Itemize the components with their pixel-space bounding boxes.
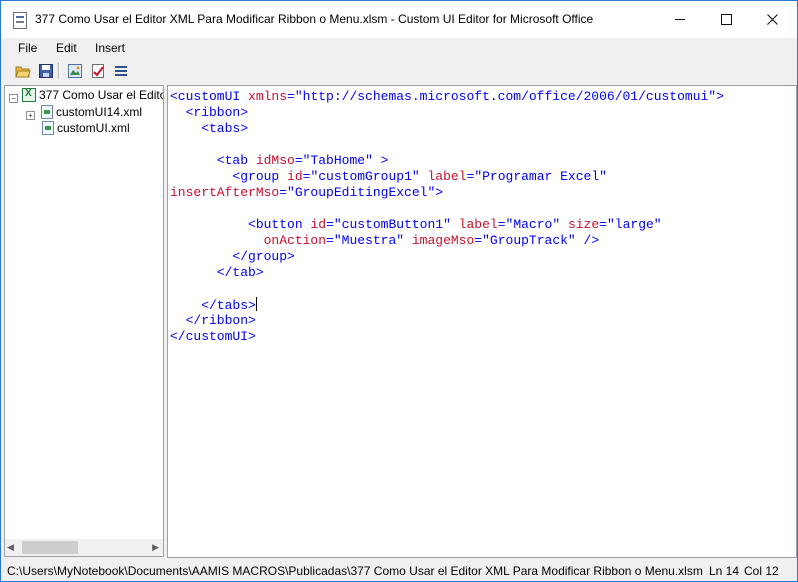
status-column: Col 12	[744, 564, 779, 578]
code-line[interactable]: </customUI>	[170, 329, 724, 345]
code-line[interactable]	[170, 281, 724, 297]
tree-item-label: customUI14.xml	[56, 105, 143, 119]
tree-item-label: customUI.xml	[57, 121, 130, 135]
xml-editor[interactable]: <customUI xmlns="http://schemas.microsof…	[167, 85, 797, 558]
status-bar: C:\Users\MyNotebook\Documents\AAMIS MACR…	[1, 561, 797, 581]
scroll-left-icon[interactable]: ◀	[7, 542, 14, 553]
validate-button[interactable]	[89, 62, 107, 80]
generate-callbacks-icon	[115, 66, 127, 76]
code-line[interactable]: <customUI xmlns="http://schemas.microsof…	[170, 89, 724, 105]
insert-icons-icon	[68, 64, 82, 78]
toolbar-separator	[58, 63, 60, 79]
collapse-icon[interactable]: −	[9, 93, 18, 103]
close-icon	[766, 14, 778, 25]
maximize-button[interactable]	[703, 1, 749, 38]
save-button[interactable]	[37, 62, 55, 80]
code-line[interactable]: onAction="Muestra" imageMso="GroupTrack"…	[170, 233, 724, 249]
save-icon	[39, 64, 53, 78]
menu-edit[interactable]: Edit	[56, 41, 77, 55]
menu-file[interactable]: File	[18, 41, 37, 55]
code-line[interactable]	[170, 201, 724, 217]
document-tree: − 377 Como Usar el Editor + customUI14.x…	[4, 85, 164, 557]
code-line[interactable]: <ribbon>	[170, 105, 724, 121]
open-button[interactable]	[14, 62, 32, 80]
insert-icons-button[interactable]	[66, 62, 84, 80]
status-line: Ln 14	[709, 564, 740, 578]
code-line[interactable]: <tabs>	[170, 121, 724, 137]
code-line[interactable]: <tab idMso="TabHome" >	[170, 153, 724, 169]
tree-horizontal-scrollbar[interactable]: ◀ ▶	[5, 539, 163, 556]
code-line[interactable]	[170, 137, 724, 153]
menu-bar: File Edit Insert	[1, 38, 797, 58]
xml-code[interactable]: <customUI xmlns="http://schemas.microsof…	[170, 89, 724, 345]
text-cursor	[255, 297, 257, 311]
generate-callbacks-button[interactable]	[112, 62, 130, 80]
validate-icon	[92, 64, 104, 78]
code-line[interactable]: <button id="customButton1" label="Macro"…	[170, 217, 724, 233]
code-line[interactable]: <group id="customGroup1" label="Programa…	[170, 169, 724, 185]
status-file-path: C:\Users\MyNotebook\Documents\AAMIS MACR…	[7, 564, 703, 578]
tree-item-customui[interactable]: customUI.xml	[42, 120, 130, 136]
tree-item-customui14[interactable]: + customUI14.xml	[26, 104, 143, 120]
minimize-icon	[675, 19, 685, 20]
excel-file-icon	[22, 88, 36, 102]
window-title: 377 Como Usar el Editor XML Para Modific…	[35, 12, 594, 26]
code-line[interactable]: insertAfterMso="GroupEditingExcel">	[170, 185, 724, 201]
expand-icon[interactable]: +	[26, 110, 35, 120]
open-folder-icon	[15, 66, 31, 78]
tree-root-label: 377 Como Usar el Editor	[39, 88, 164, 102]
tree-root[interactable]: − 377 Como Usar el Editor	[9, 87, 164, 103]
xml-file-icon	[42, 121, 54, 135]
code-line[interactable]: </tabs>	[170, 297, 724, 313]
scroll-right-icon[interactable]: ▶	[152, 542, 159, 553]
app-window: 377 Como Usar el Editor XML Para Modific…	[0, 0, 798, 582]
app-icon	[13, 12, 27, 29]
toolbar	[1, 58, 797, 84]
title-bar: 377 Como Usar el Editor XML Para Modific…	[1, 1, 797, 38]
close-button[interactable]	[749, 1, 795, 38]
scrollbar-thumb[interactable]	[22, 541, 78, 554]
code-line[interactable]: </group>	[170, 249, 724, 265]
code-line[interactable]: </tab>	[170, 265, 724, 281]
menu-insert[interactable]: Insert	[95, 41, 125, 55]
code-line[interactable]: </ribbon>	[170, 313, 724, 329]
xml-file-icon	[41, 105, 53, 119]
minimize-button[interactable]	[657, 1, 703, 38]
maximize-icon	[720, 14, 732, 25]
